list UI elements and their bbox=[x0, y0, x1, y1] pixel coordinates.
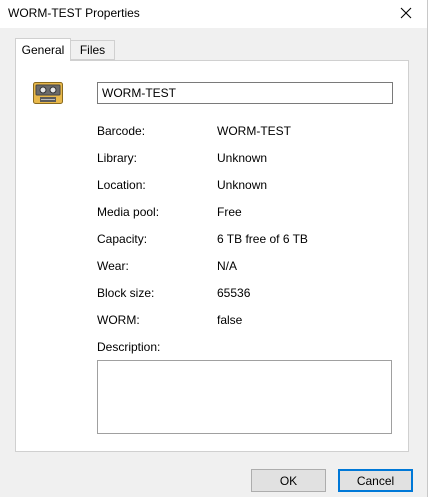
media-name-field[interactable] bbox=[97, 82, 393, 104]
tape-cartridge-icon bbox=[33, 82, 63, 107]
capacity-value: 6 TB free of 6 TB bbox=[217, 232, 308, 246]
description-label: Description: bbox=[97, 340, 161, 354]
tab-general-label: General bbox=[21, 43, 65, 57]
properties-dialog: WORM-TEST Properties General Files Barco… bbox=[0, 0, 428, 497]
location-label: Location: bbox=[97, 178, 146, 192]
media-pool-label: Media pool: bbox=[97, 205, 160, 219]
wear-value: N/A bbox=[217, 259, 238, 273]
tab-files[interactable]: Files bbox=[70, 40, 115, 60]
description-field[interactable] bbox=[97, 360, 392, 434]
title-bar[interactable]: WORM-TEST Properties bbox=[0, 0, 427, 28]
worm-label: WORM: bbox=[97, 313, 140, 327]
barcode-value: WORM-TEST bbox=[217, 124, 291, 138]
barcode-label: Barcode: bbox=[97, 124, 146, 138]
library-label: Library: bbox=[97, 151, 138, 165]
media-pool-value: Free bbox=[217, 205, 242, 219]
ok-button[interactable]: OK bbox=[251, 469, 326, 492]
window-title: WORM-TEST Properties bbox=[8, 6, 140, 20]
tab-files-label: Files bbox=[79, 43, 106, 57]
library-value: Unknown bbox=[217, 151, 268, 165]
close-icon bbox=[400, 7, 412, 19]
tab-general[interactable]: General bbox=[15, 38, 71, 61]
close-button[interactable] bbox=[395, 3, 417, 23]
cancel-button[interactable]: Cancel bbox=[338, 469, 413, 492]
wear-label: Wear: bbox=[97, 259, 129, 273]
block-size-value: 65536 bbox=[217, 286, 251, 300]
location-value: Unknown bbox=[217, 178, 268, 192]
capacity-label: Capacity: bbox=[97, 232, 148, 246]
worm-value: false bbox=[217, 313, 243, 327]
block-size-label: Block size: bbox=[97, 286, 155, 300]
